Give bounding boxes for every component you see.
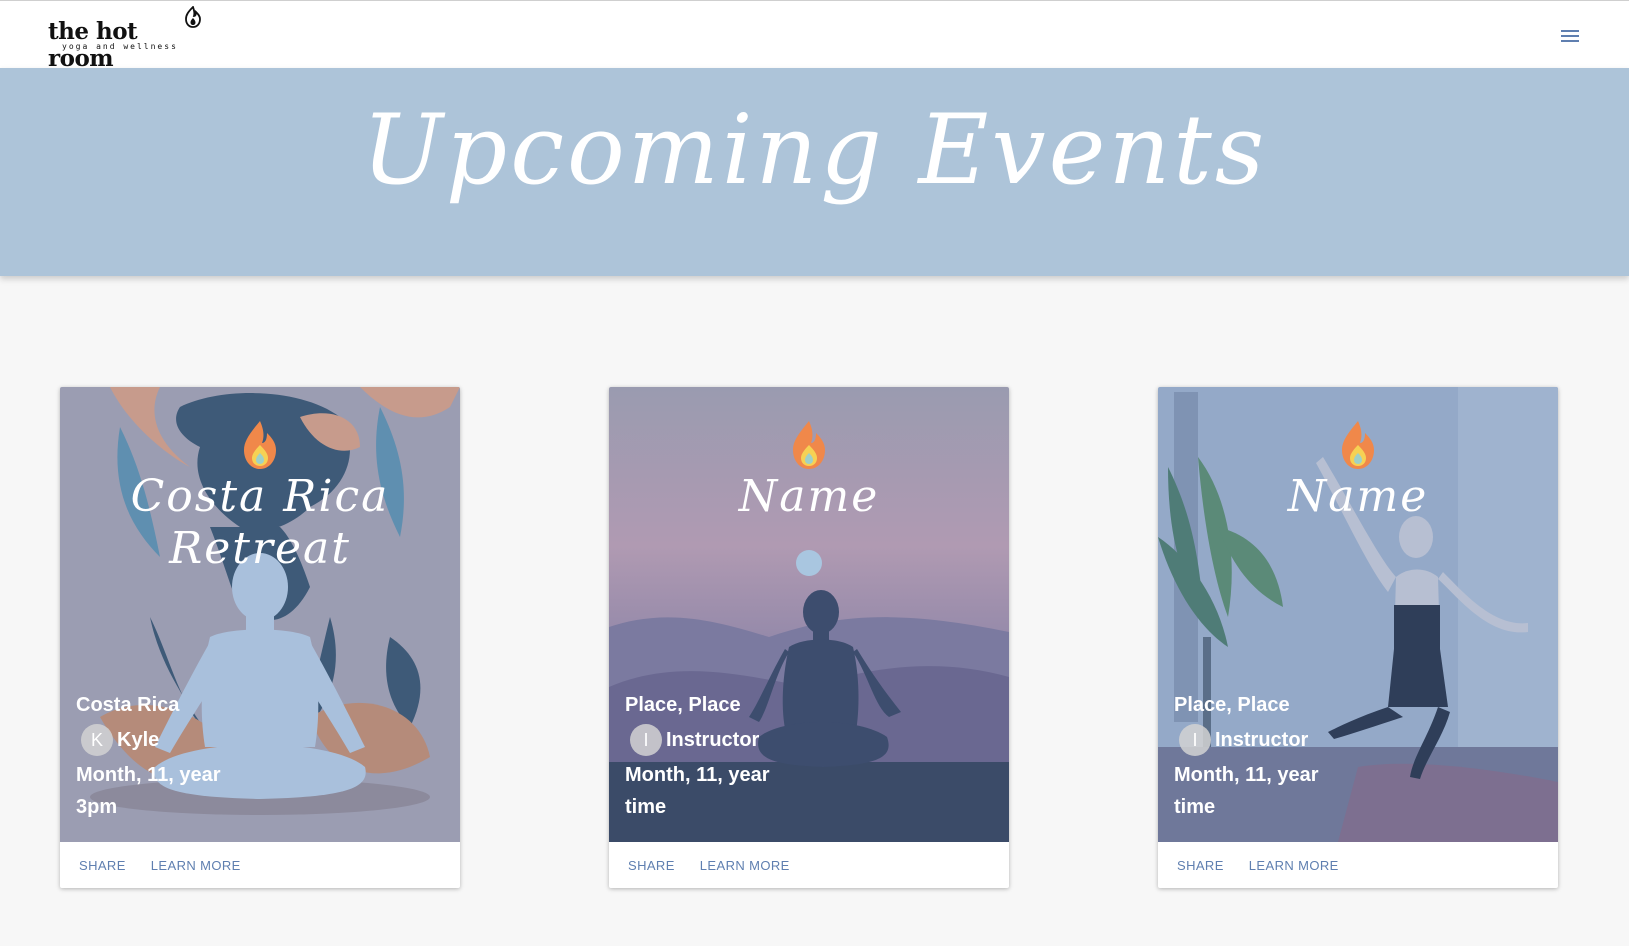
learn-more-button[interactable]: LEARN MORE (142, 852, 250, 879)
instructor-chip: K Kyle (76, 721, 221, 759)
instructor-name: Kyle (117, 729, 160, 751)
event-place: Costa Rica (76, 694, 180, 716)
share-button[interactable]: SHARE (619, 852, 684, 879)
hero-banner: Upcoming Events (0, 68, 1629, 276)
event-card-image[interactable]: Costa Rica Retreat Costa Rica K Kyle Mon… (60, 387, 460, 842)
menu-button[interactable] (1552, 23, 1588, 49)
event-details: Costa Rica K Kyle Month, 11, year 3pm (76, 689, 221, 823)
event-time: 3pm (76, 796, 118, 818)
event-details: Place, Place I Instructor Month, 11, yea… (1174, 689, 1319, 823)
flame-logo-icon (1342, 421, 1374, 469)
event-card-image[interactable]: Name Place, Place I Instructor Month, 11… (609, 387, 1009, 842)
instructor-chip: I Instructor (625, 721, 770, 759)
learn-more-button[interactable]: LEARN MORE (691, 852, 799, 879)
event-card: Name Place, Place I Instructor Month, 11… (609, 387, 1009, 888)
event-title: Costa Rica Retreat (130, 471, 390, 574)
flame-icon (185, 6, 201, 28)
event-card: Costa Rica Retreat Costa Rica K Kyle Mon… (60, 387, 460, 888)
instructor-name: Instructor (1215, 729, 1309, 751)
event-title: Name (738, 471, 880, 522)
learn-more-button[interactable]: LEARN MORE (1240, 852, 1348, 879)
card-actions: SHARE LEARN MORE (1158, 842, 1558, 888)
hamburger-menu-icon (1561, 30, 1579, 42)
card-actions: SHARE LEARN MORE (60, 842, 460, 888)
instructor-name: Instructor (666, 729, 760, 751)
card-actions: SHARE LEARN MORE (609, 842, 1009, 888)
event-card-image[interactable]: Name Place, Place I Instructor Month, 11… (1158, 387, 1558, 842)
logo-tagline: yoga and wellness (62, 42, 178, 51)
page-title: Upcoming Events (361, 94, 1268, 206)
share-button[interactable]: SHARE (70, 852, 135, 879)
event-place: Place, Place (625, 694, 741, 716)
event-title: Name (1287, 471, 1429, 522)
event-details: Place, Place I Instructor Month, 11, yea… (625, 689, 770, 823)
avatar: I (630, 724, 662, 756)
avatar: I (1179, 724, 1211, 756)
event-card: Name Place, Place I Instructor Month, 11… (1158, 387, 1558, 888)
instructor-chip: I Instructor (1174, 721, 1319, 759)
share-button[interactable]: SHARE (1168, 852, 1233, 879)
event-place: Place, Place (1174, 694, 1290, 716)
flame-logo-icon (244, 421, 276, 469)
event-date: Month, 11, year (625, 764, 770, 786)
avatar: K (81, 724, 113, 756)
event-time: time (1174, 796, 1216, 818)
brand-logo[interactable]: the hot room yoga and wellness (48, 6, 208, 72)
flame-logo-icon (793, 421, 825, 469)
event-time: time (625, 796, 667, 818)
top-app-bar: the hot room yoga and wellness (0, 0, 1629, 72)
event-date: Month, 11, year (76, 764, 221, 786)
event-date: Month, 11, year (1174, 764, 1319, 786)
